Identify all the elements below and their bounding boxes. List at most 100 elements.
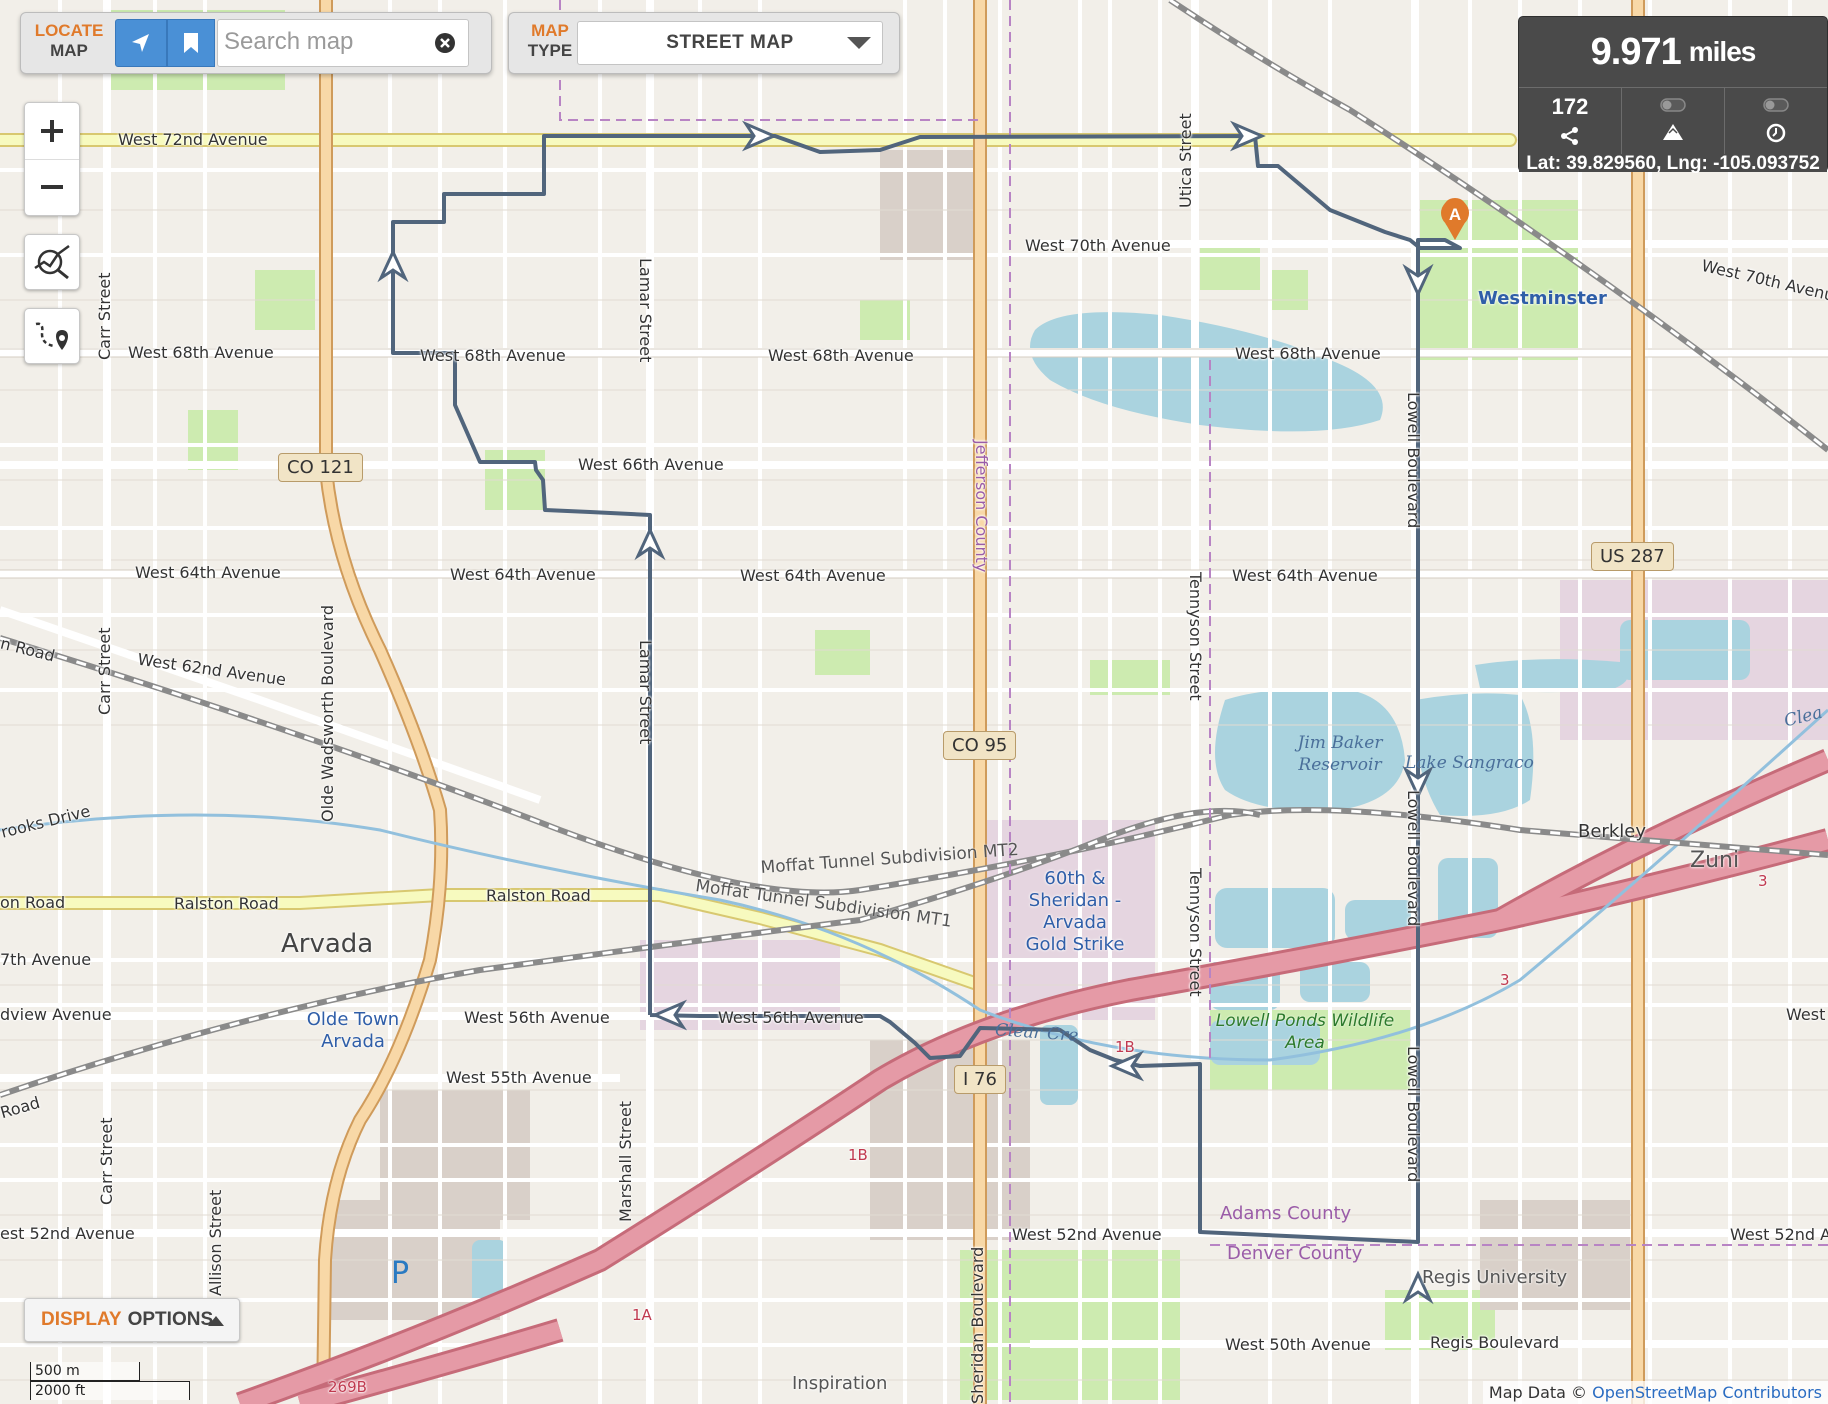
street-label: Ralston Road [174,894,279,913]
bookmark-button[interactable] [167,19,215,67]
place-label: Zuni [1690,848,1740,873]
share-icon [1561,127,1578,145]
street-label: West 64th Avenue [740,566,886,585]
street-label: West 64th Avenue [1232,566,1378,585]
street-label: est 52nd Avenue [0,1224,135,1243]
place-label: Westminster [1478,288,1607,309]
route-marker-icon [35,322,68,350]
search-box [217,19,469,67]
exit-label: 3 [1500,971,1510,989]
street-label: Lamar Street [636,258,655,363]
street-label: Allison Street [206,1189,225,1296]
share-points-cell[interactable]: 172 [1519,88,1622,154]
map-attribution: Map Data © OpenStreetMap Contributors [1482,1381,1828,1404]
clear-search-icon[interactable] [434,32,456,59]
street-label: West 68th Avenue [768,346,914,365]
street-label: Sheridan Boulevard [968,1246,987,1404]
zoom-out-button[interactable] [25,159,79,215]
street-label: Tennyson Street [1186,868,1205,997]
street-label: West 68th Avenue [128,343,274,362]
chevron-up-icon [208,1316,224,1326]
route-shield: CO 121 [278,453,363,482]
place-label: Arvada [281,929,374,959]
search-input[interactable] [218,20,424,64]
navigation-arrow-icon [132,34,149,52]
street-label: 7th Avenue [0,950,92,969]
street-label: Ralston Road [486,886,591,905]
street-label: West 64th Avenue [135,563,281,582]
place-label: Regis University [1422,1267,1568,1288]
minus-icon [41,185,63,189]
zoom-control [24,102,80,216]
street-label: Carr Street [97,1117,116,1205]
chevron-down-icon [847,37,871,49]
street-label: Tennyson Street [1186,572,1205,701]
street-label: Carr Street [95,272,114,360]
street-label: West 64th Avenue [450,565,596,584]
street-label: West 70th Avenue [1025,236,1171,255]
street-label: Utica Street [1176,113,1195,208]
route-tool-button[interactable] [24,308,80,364]
street-label: West 68th Avenue [420,346,566,365]
map-type-panel: MAP TYPE STREET MAP [508,12,900,74]
chart-search-icon [34,244,70,280]
clock-icon [1766,123,1786,143]
map-type-selected: STREET MAP [666,32,794,53]
route-shield: I 76 [954,1065,1006,1094]
exit-label: 1B [848,1146,868,1164]
water-label: Lake Sangraco [1405,753,1534,773]
route-stats-panel: 9.971 miles 172 Lat: 39.829560, Lng: -10… [1518,16,1828,173]
locate-map-panel: LOCATE MAP [20,12,492,74]
scale-metric: 500 m [30,1362,140,1381]
mountain-icon [1663,124,1683,140]
exit-label: 269B [328,1378,367,1396]
exit-label: 1A [632,1306,652,1324]
map-type-label: MAP TYPE [527,21,573,60]
osm-link[interactable]: OpenStreetMap Contributors [1592,1383,1822,1402]
street-label: Carr Street [95,627,114,715]
street-map[interactable]: A P [0,0,1828,1404]
street-label: West 52nd Avenue [1012,1225,1162,1244]
coordinates-readout: Lat: 39.829560, Lng: -105.093752 [1519,154,1827,173]
county-label: Denver County [1227,1243,1363,1264]
plus-icon [41,120,63,142]
street-label: West [1786,1005,1826,1024]
bookmark-icon [184,33,198,53]
display-options-button[interactable]: DISPLAY OPTIONS [24,1298,240,1342]
route-shield: CO 95 [943,731,1017,760]
place-label: Inspiration [792,1373,888,1394]
exit-label: 3 [1758,872,1768,890]
place-label: 60th & Sheridan - Arvada Gold Strike [1025,868,1125,955]
scale-bar: 500 m 2000 ft [30,1362,190,1400]
display-options-highlight: DISPLAY [41,1309,122,1330]
county-label: Jefferson County [972,440,991,573]
water-label: Jim Baker Reservoir [1297,733,1383,775]
place-label: Berkley [1578,821,1646,842]
county-label: Adams County [1220,1203,1352,1224]
display-options-label: OPTIONS [127,1309,214,1330]
exit-label: 1B [1115,1038,1135,1056]
street-label: Regis Boulevard [1430,1333,1560,1352]
time-toggle-cell[interactable] [1725,88,1827,154]
map-type-select[interactable]: STREET MAP [577,21,883,65]
distance-value: 9.971 [1590,30,1682,73]
toggle-off-icon[interactable] [1660,98,1686,112]
distance-readout: 9.971 miles [1519,17,1827,88]
street-label: West 68th Avenue [1235,344,1381,363]
locate-me-button[interactable] [115,19,167,67]
points-count: 172 [1551,94,1589,119]
street-label: Lowell Boulevard [1404,790,1423,927]
distance-unit: miles [1688,36,1757,67]
zoom-in-button[interactable] [25,103,79,160]
street-label: West 56th Avenue [718,1008,864,1027]
street-label: West 55th Avenue [446,1068,592,1087]
street-label: on Road [0,893,66,912]
scale-imperial: 2000 ft [30,1381,190,1400]
street-label: Lowell Boulevard [1404,392,1423,529]
elevation-toggle-cell[interactable] [1622,88,1725,154]
street-label: Olde Wadsworth Boulevard [318,604,337,822]
street-label: Marshall Street [616,1100,635,1222]
toggle-off-icon[interactable] [1763,98,1789,112]
street-label: West 50th Avenue [1225,1335,1371,1354]
elevation-search-button[interactable] [24,234,80,290]
